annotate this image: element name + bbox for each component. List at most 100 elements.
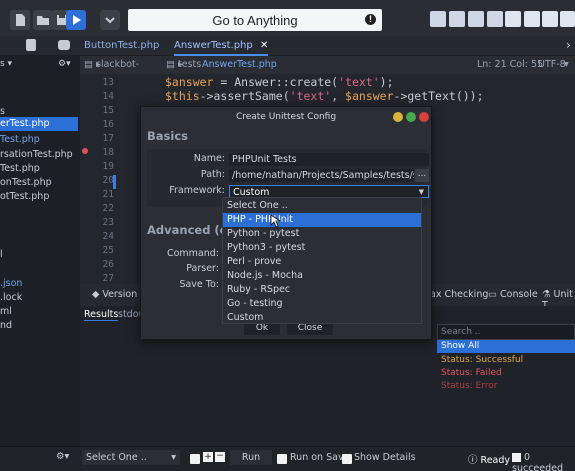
encoding[interactable]: UTF-8 (538, 56, 566, 74)
breadcrumb-file[interactable]: AnswerTest.php (202, 56, 277, 74)
sidebar-item[interactable]: nd (0, 319, 12, 333)
stop-macro-icon[interactable] (449, 11, 465, 27)
show-details-checkbox[interactable] (342, 454, 352, 464)
tab-label: ButtonTest.php (84, 40, 160, 51)
open-folder-icon[interactable] (33, 10, 53, 30)
record-macro-icon[interactable] (430, 11, 446, 27)
sidebar-item[interactable]: l (0, 248, 3, 262)
breadcrumb-project[interactable]: ▤ slackbot-php ▸ (84, 56, 139, 88)
dropdown-option[interactable]: Python3 - pytest (223, 241, 421, 255)
parser-label: Parser: (186, 263, 219, 274)
line-number: 23 (102, 217, 114, 228)
minimize-icon[interactable] (393, 112, 403, 122)
chevron-down-icon[interactable]: ▾ (564, 56, 569, 74)
tab-syntax-checking[interactable]: ax Checking (430, 289, 488, 300)
sidebar-item[interactable]: Test.php (0, 133, 40, 147)
mouse-cursor-icon (270, 214, 280, 228)
sidebar-item[interactable]: ml (0, 305, 12, 319)
code-line: $this->assertSame('text', $answer->getTe… (165, 89, 484, 103)
status-bar: ⚙▾ Select One .. ▾ + − Run Run on Save S… (0, 446, 575, 471)
save-macro-icon[interactable] (487, 11, 503, 27)
sidebar-item[interactable]: onTest.php (0, 176, 52, 190)
cursor-position: Ln: 21 Col: 55 (477, 59, 544, 70)
tab-results[interactable]: Results (84, 309, 119, 321)
line-number: 17 (102, 133, 114, 144)
right-pane-icon[interactable] (560, 11, 575, 27)
line-number: 27 (102, 273, 114, 284)
tab-label: AnswerTest.php (174, 40, 253, 51)
run-button[interactable]: Run (230, 450, 272, 465)
search-input[interactable]: Search .. (437, 324, 575, 340)
maximize-icon[interactable] (406, 112, 416, 122)
sidebar-item[interactable]: .json (0, 277, 22, 291)
change-marker (113, 175, 116, 189)
sidebar-item[interactable]: Test.php (0, 162, 40, 176)
line-number: 24 (102, 231, 114, 242)
line-number: 16 (102, 119, 114, 130)
run-icon[interactable] (66, 10, 86, 30)
dropdown-option[interactable]: Node.js - Mocha (223, 269, 421, 283)
run-on-save-checkbox[interactable] (277, 454, 287, 464)
tab-console[interactable]: ▭ Console (488, 289, 538, 300)
name-field[interactable]: PHPUnit Tests (229, 153, 429, 166)
breakpoint-icon[interactable] (82, 148, 88, 154)
sidebar-item[interactable]: rsationTest.php (0, 148, 73, 162)
close-icon[interactable]: ✕ (260, 40, 268, 51)
chevron-right-icon[interactable]: › (566, 38, 571, 52)
framework-label: Framework: (169, 185, 225, 196)
dropdown-option[interactable]: Select One .. (223, 199, 421, 213)
goto-anything-bar[interactable]: Go to Anything ! (128, 9, 382, 31)
database-icon[interactable] (26, 39, 36, 51)
sidebar-item[interactable]: .lock (0, 291, 22, 305)
tab-answer-test[interactable]: AnswerTest.php ✕ (174, 36, 269, 56)
framework-dropdown: Select One .. PHP - PHPUnit Python - pyt… (222, 197, 422, 324)
save-to-label: Save To: (179, 279, 219, 290)
dropdown-option[interactable]: Ruby - RSpec (223, 283, 421, 297)
gear-icon[interactable]: ⚙▾ (56, 451, 69, 462)
tab-version-control[interactable]: ◆ Version C (92, 289, 147, 300)
tab-button-test[interactable]: ButtonTest.php (84, 36, 159, 56)
file-tree: s ▾ ⚙▾ s erTest.php Test.php rsationTest… (0, 56, 80, 446)
dropdown-option-highlighted[interactable]: PHP - PHPUnit (223, 213, 421, 227)
line-number: 19 (102, 161, 114, 172)
remove-icon[interactable]: − (215, 452, 225, 462)
dropdown-option[interactable]: Custom (223, 311, 421, 325)
run-on-save-label: Run on Save (290, 452, 350, 463)
filter-show-all[interactable]: Show All (437, 340, 575, 353)
ready-status: ⓘ Ready (468, 455, 511, 466)
breadcrumb-folder[interactable]: ▤ tests ▸ (166, 56, 201, 74)
filter-error[interactable]: Status: Error (437, 380, 575, 393)
people-icon[interactable] (58, 40, 70, 50)
checkbox[interactable] (190, 454, 200, 464)
framework-select[interactable]: Select One .. ▾ (82, 450, 180, 465)
goto-anything-label: Go to Anything (212, 12, 298, 28)
dropdown-option[interactable]: Python - pytest (223, 227, 421, 241)
play-macro-icon[interactable] (468, 11, 484, 27)
chevron-down-icon: ▾ (171, 452, 176, 463)
line-number: 15 (102, 105, 114, 116)
info-icon[interactable]: ! (365, 14, 376, 25)
close-icon[interactable] (419, 112, 429, 122)
eye-icon[interactable] (505, 11, 521, 27)
add-icon[interactable]: + (203, 452, 213, 462)
sidebar-item[interactable]: otTest.php (0, 190, 49, 204)
dropdown-option[interactable]: Perl - prove (223, 255, 421, 269)
dropdown-option[interactable]: Go - testing (223, 297, 421, 311)
filter-failed[interactable]: Status: Failed (437, 367, 575, 380)
gear-icon[interactable]: ⚙▾ (58, 59, 71, 69)
succeeded-count: 0 succeeded (512, 452, 564, 471)
browse-path-button[interactable]: ... (415, 169, 429, 182)
line-number: 20 (102, 175, 114, 186)
chevron-down-icon[interactable] (100, 10, 120, 30)
bottom-pane-icon[interactable] (542, 11, 558, 27)
path-field[interactable]: /home/nathan/Projects/Samples/tests/slac… (229, 169, 414, 182)
new-file-icon[interactable] (10, 10, 30, 30)
show-details-label: Show Details (354, 452, 416, 463)
filter-successful[interactable]: Status: Successful (437, 354, 575, 367)
left-pane-icon[interactable] (524, 11, 540, 27)
code-line: $answer = Answer::create('text'); (165, 75, 394, 89)
sidebar-item-selected[interactable]: erTest.php (0, 117, 78, 131)
basics-heading: Basics (147, 129, 188, 143)
dialog-title: Create Unittest Config (235, 112, 337, 122)
tree-chevron-icon[interactable]: s ▾ (0, 59, 12, 69)
